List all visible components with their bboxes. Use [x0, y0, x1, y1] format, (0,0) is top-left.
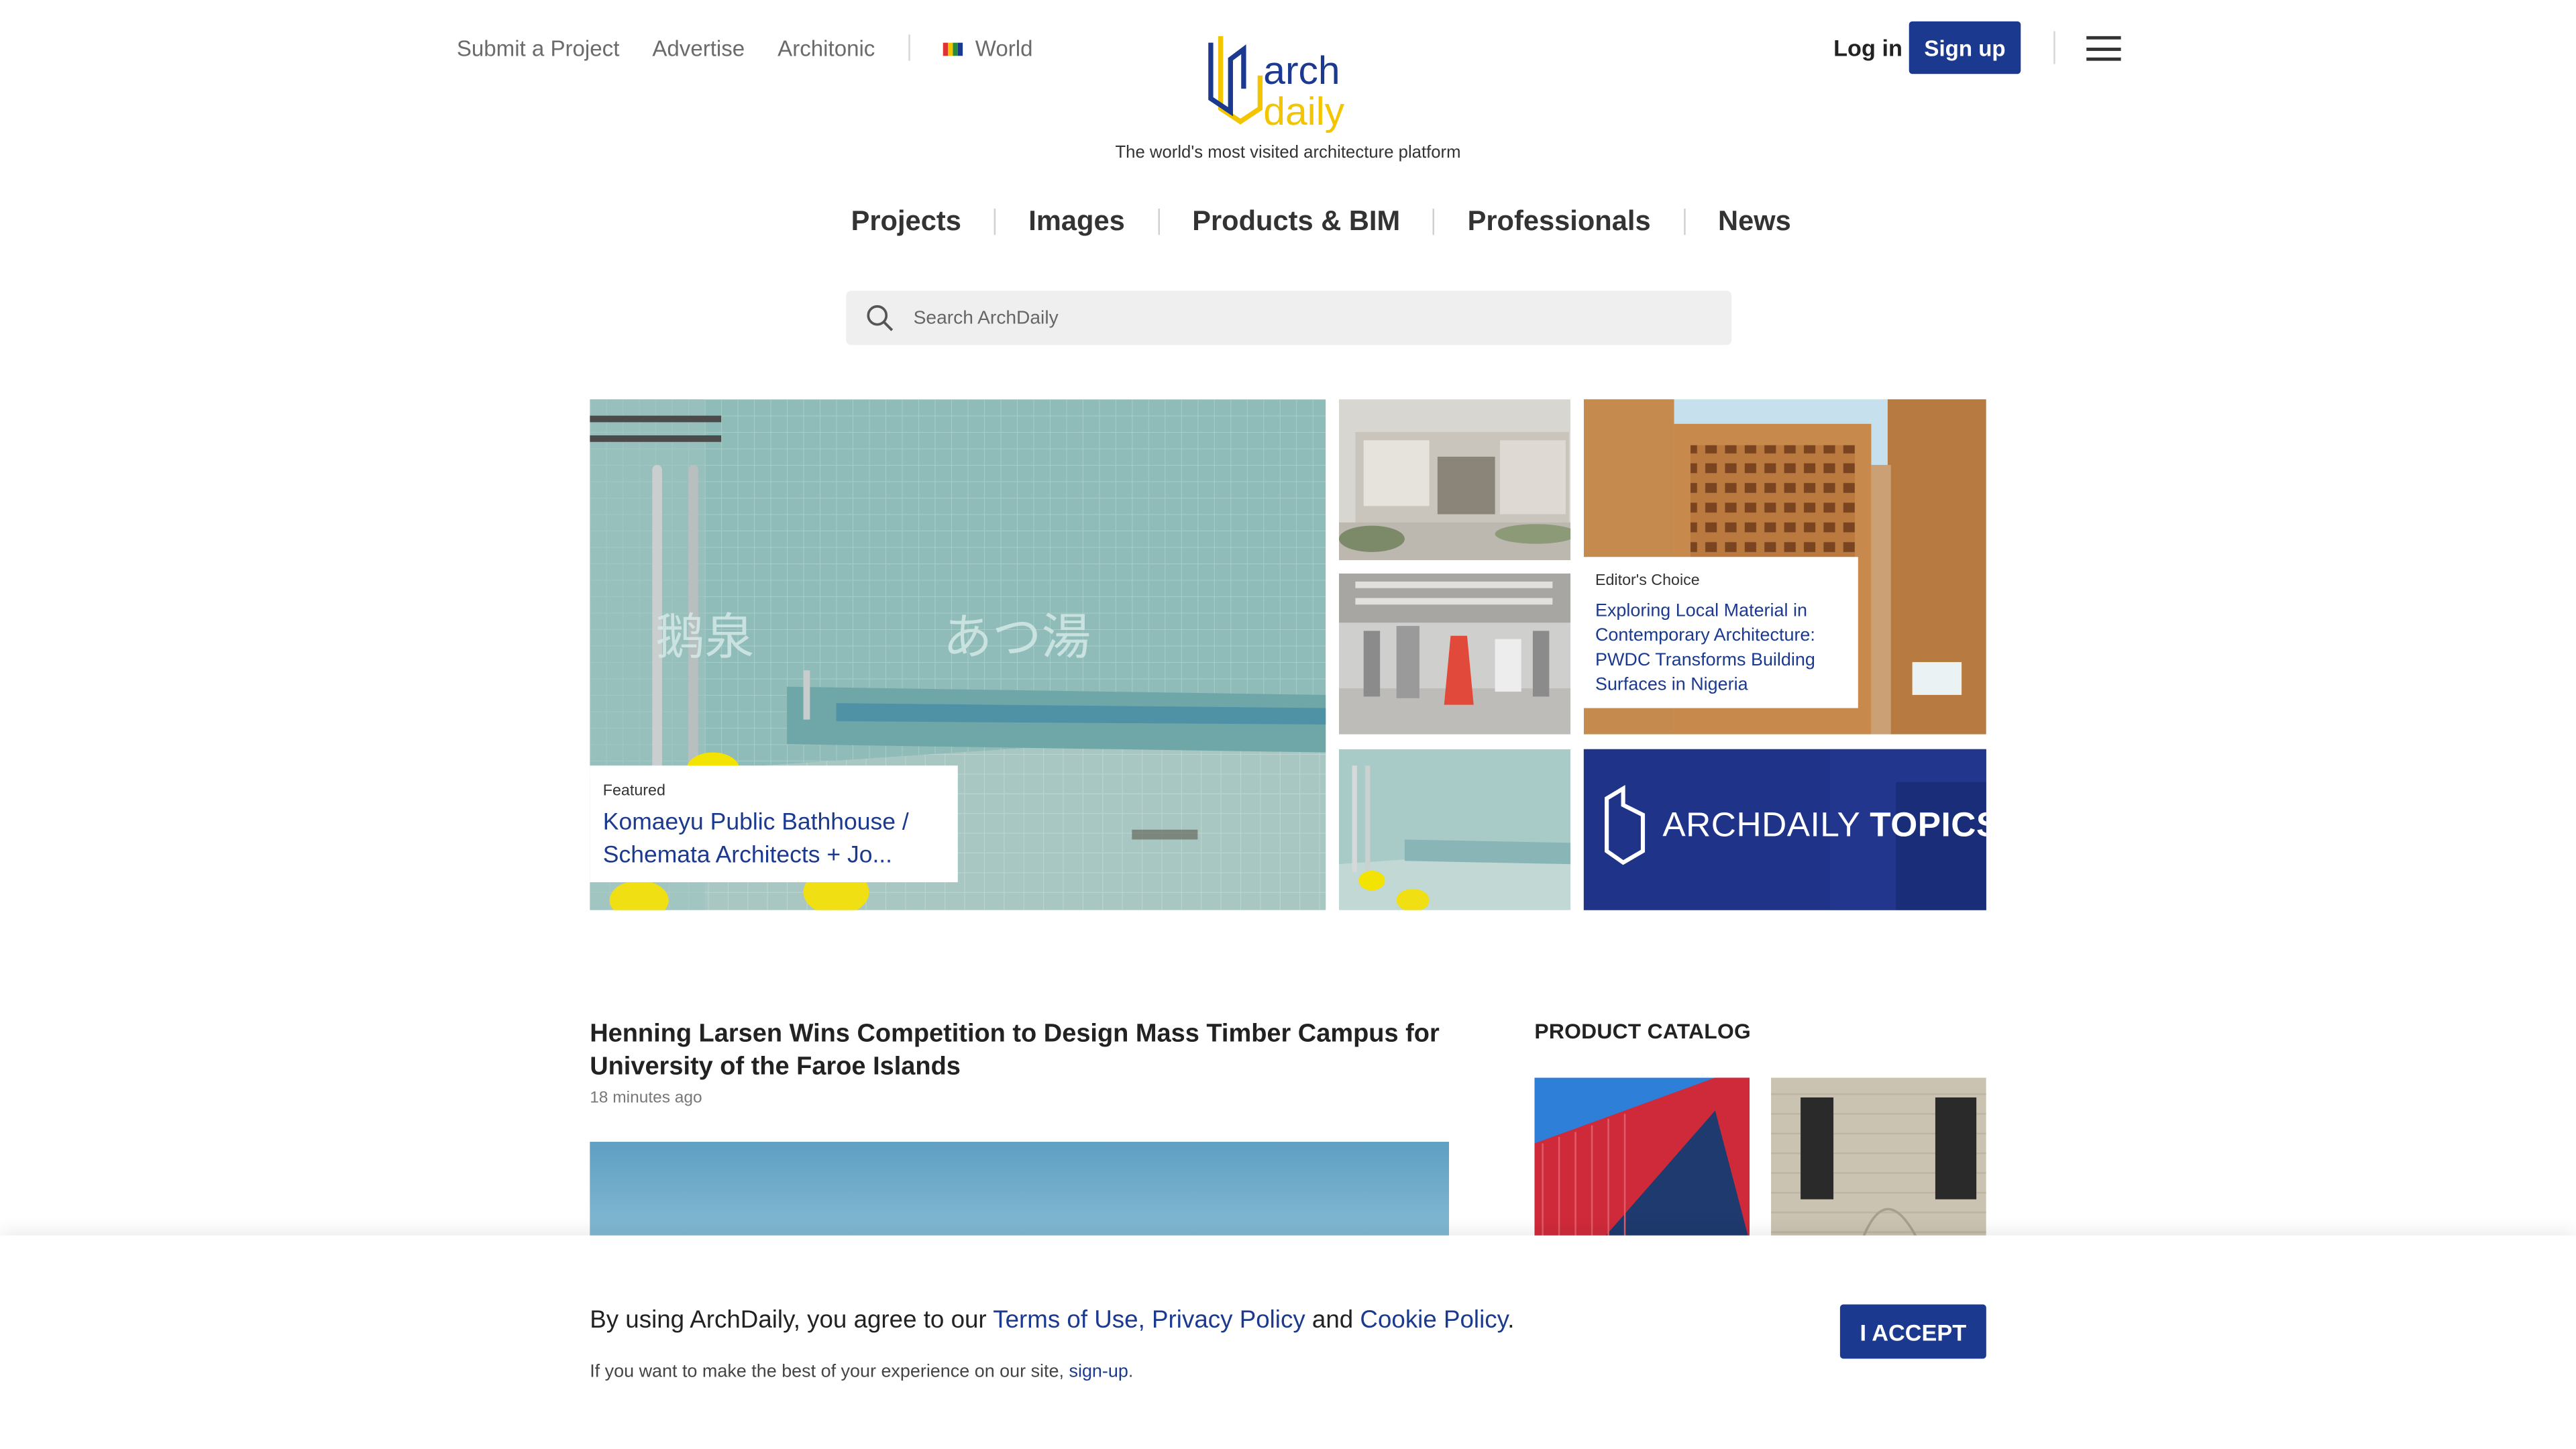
architonic-link[interactable]: Architonic [777, 36, 875, 60]
editor-choice-label: Editor's Choice [1595, 572, 1700, 590]
thumbnail-bathhouse[interactable] [1338, 749, 1571, 910]
terms-of-use-link[interactable]: Terms of Use [993, 1306, 1138, 1334]
cookie-signup-link[interactable]: sign-up [1069, 1362, 1128, 1381]
advertise-link[interactable]: Advertise [652, 36, 745, 60]
cookie-banner: By using ArchDaily, you agree to our Ter… [0, 1235, 2576, 1449]
article-title[interactable]: Henning Larsen Wins Competition to Desig… [590, 1018, 1444, 1084]
svg-text:鹅泉: 鹅泉 [655, 609, 754, 666]
archdaily-logo[interactable]: arch daily [1204, 26, 1377, 135]
featured-card[interactable]: Featured Komaeyu Public Bathhouse / Sche… [590, 765, 958, 883]
thumbnail-house[interactable] [1338, 399, 1571, 561]
cookie-policy-link[interactable]: Cookie Policy [1360, 1306, 1507, 1334]
divider [2053, 31, 2055, 64]
tagline: The world's most visited architecture pl… [1115, 143, 1461, 163]
region-selector[interactable]: World [942, 35, 1033, 60]
login-link[interactable]: Log in [1833, 34, 1902, 60]
nav-professionals[interactable]: Professionals [1435, 205, 1684, 238]
main-nav: Projects Images Products & BIM Professio… [818, 205, 1824, 238]
editor-choice-title[interactable]: Exploring Local Material in Contemporary… [1595, 600, 1845, 698]
logo-text-arch: arch [1263, 49, 1340, 93]
product-catalog-heading: PRODUCT CATALOG [1534, 1018, 1751, 1044]
page: Submit a Project Advertise Architonic Wo… [0, 0, 2576, 1449]
logo-mark-icon: arch daily [1208, 36, 1345, 133]
cookie-signup-message: If you want to make the best of your exp… [590, 1362, 1134, 1382]
nav-products-bim[interactable]: Products & BIM [1159, 205, 1433, 238]
nav-projects[interactable]: Projects [818, 205, 994, 238]
catalog-item[interactable] [1771, 1077, 1986, 1242]
editor-choice-card[interactable]: Editor's Choice Exploring Local Material… [1582, 557, 1858, 708]
topics-label: ARCHDAILY TOPICS [1662, 806, 1986, 845]
nav-images[interactable]: Images [996, 205, 1157, 238]
accept-cookies-button[interactable]: I ACCEPT [1839, 1304, 1986, 1359]
privacy-policy-link[interactable]: Privacy Policy [1152, 1306, 1305, 1334]
search-input[interactable] [913, 308, 1686, 328]
featured-title[interactable]: Komaeyu Public Bathhouse / Schemata Arch… [603, 806, 945, 872]
nav-news[interactable]: News [1685, 205, 1824, 238]
search-icon [867, 305, 894, 331]
catalog-item[interactable] [1534, 1077, 1750, 1242]
flag-icon [942, 42, 963, 56]
region-label: World [975, 35, 1033, 60]
signup-button[interactable]: Sign up [1909, 21, 2021, 74]
featured-label: Featured [602, 782, 665, 800]
divider [908, 34, 910, 61]
archdaily-topics-banner[interactable]: ARCHDAILY TOPICS [1583, 749, 1986, 910]
logo-text-daily: daily [1263, 90, 1344, 133]
svg-text:あつ湯: あつ湯 [943, 609, 1091, 666]
article-time: 18 minutes ago [590, 1089, 702, 1108]
cookie-message: By using ArchDaily, you agree to our Ter… [590, 1305, 1515, 1334]
thumbnail-station[interactable] [1338, 573, 1571, 735]
top-links: Submit a Project Advertise Architonic Wo… [457, 34, 1066, 61]
submit-project-link[interactable]: Submit a Project [457, 36, 620, 60]
search-bar [846, 290, 1732, 345]
menu-icon[interactable] [2086, 36, 2121, 61]
